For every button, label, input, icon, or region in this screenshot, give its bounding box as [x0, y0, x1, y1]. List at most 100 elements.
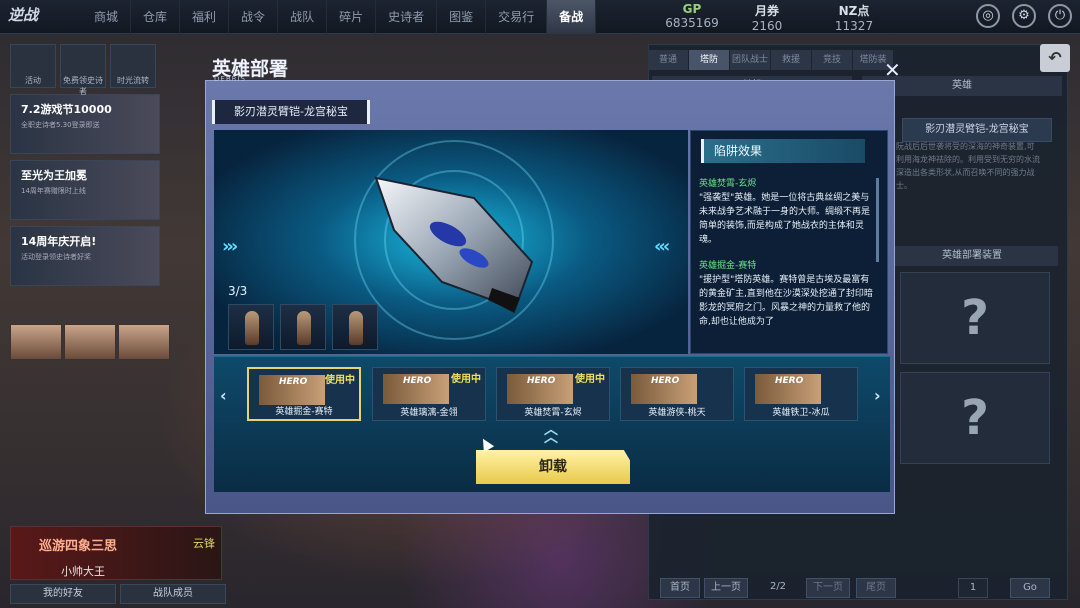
nav-welfare[interactable]: 福利 — [180, 0, 230, 34]
page-input[interactable]: 1 — [958, 578, 988, 598]
event-card[interactable]: 14周年庆开启! 活动登录领史诗者好奖 — [10, 226, 160, 286]
quick-free-epic[interactable]: 免费领史诗者 — [60, 44, 106, 96]
event-card-sub: 活动登录领史诗者好奖 — [21, 253, 91, 261]
avatar[interactable] — [10, 324, 62, 360]
right-item-name: 影刃潜灵臂铠-龙宫秘宝 — [902, 118, 1052, 142]
target-icon[interactable]: ◎ — [976, 4, 1000, 28]
empty-slot[interactable]: ? — [900, 372, 1050, 464]
last-page-button[interactable]: 尾页 — [856, 578, 896, 598]
friends-button[interactable]: 我的好友 — [10, 584, 116, 604]
go-button[interactable]: Go — [1010, 578, 1050, 598]
hero-name: 英雄焚霄-玄烬 — [524, 408, 582, 418]
hero-card[interactable]: HERO 英雄游侠-桃天 — [620, 367, 734, 421]
currency-ticket-label: 月券 — [754, 4, 779, 18]
event-card[interactable]: 至光为王加冕 14周年赛赠限时上线 — [10, 160, 160, 220]
tab-rescue[interactable]: 救援 — [771, 50, 811, 70]
mode-tabs: 普通 塔防 团队战士 救援 竞技 塔防装 — [648, 50, 894, 70]
nav-prepare[interactable]: 备战 — [547, 0, 597, 34]
arm-guard-icon — [374, 176, 534, 314]
hero-card[interactable]: HERO 英雄铁卫-冰瓜 — [744, 367, 858, 421]
effect-text: 英雄焚霄-玄烬 "强袭型"英雄。她是一位将古典丝绸之美与未来战争艺术融于一身的大… — [699, 177, 877, 329]
nav-shop[interactable]: 商城 — [82, 0, 132, 34]
effect-header: 陷阱效果 — [701, 139, 865, 163]
hero-card[interactable]: HERO 使用中 英雄焚霄-玄烬 — [496, 367, 610, 421]
currency-ticket: 月券 2160 — [742, 2, 792, 33]
power-icon[interactable]: ⏻ — [1048, 4, 1072, 28]
nav-battle-pass[interactable]: 战令 — [229, 0, 279, 34]
currency-nz-value: 11327 — [834, 19, 874, 33]
hero-name: 英雄掘金-赛特 — [275, 407, 333, 417]
hero-badge: HERO — [403, 376, 432, 386]
main-nav: 商城 仓库 福利 战令 战队 碎片 史诗者 图鉴 交易行 备战 — [82, 0, 597, 34]
tab-arena[interactable]: 竞技 — [812, 50, 852, 70]
hero-figure[interactable] — [332, 304, 378, 350]
currency-nz: NZ点 11327 — [826, 2, 882, 33]
prev-page-button[interactable]: 上一页 — [704, 578, 748, 598]
event-card-title: 7.2游戏节10000 — [21, 103, 112, 116]
character-avatars — [10, 324, 170, 360]
nav-trade[interactable]: 交易行 — [486, 0, 548, 34]
in-use-badge: 使用中 — [575, 374, 605, 385]
team-members-button[interactable]: 战队成员 — [120, 584, 226, 604]
game-logo: 逆战 — [8, 6, 39, 24]
arrow-right-icon: ››› — [222, 236, 238, 257]
modal-subtitle: DEBRIS — [214, 75, 246, 83]
currency-gp-value: 6835169 — [665, 16, 719, 30]
tab-team-warrior[interactable]: 团队战士 — [730, 50, 770, 70]
quick-time-flow[interactable]: 时光流转 — [110, 44, 156, 88]
hero-badge: HERO — [279, 377, 308, 387]
slot-title: 英雄部署装置 — [886, 246, 1058, 266]
gear-icon[interactable]: ⚙ — [1012, 4, 1036, 28]
hero-badge: HERO — [651, 376, 680, 386]
chevron-left-icon[interactable]: ‹ — [220, 386, 227, 405]
social-buttons: 我的好友 战队成员 — [10, 584, 226, 604]
effect-hero-name: 英雄掘金-赛特 — [699, 261, 757, 271]
hero-name: 英雄铁卫-冰瓜 — [772, 408, 830, 418]
nav-warehouse[interactable]: 仓库 — [131, 0, 181, 34]
hero-figure[interactable] — [280, 304, 326, 350]
hero-badge: HERO — [775, 376, 804, 386]
effect-hero-desc: "援护型"塔防英雄。赛特曾是古埃及最富有的黄金矿主,直到他在沙漠深处挖通了封印暗… — [699, 275, 873, 327]
currency-nz-label: NZ点 — [838, 4, 870, 18]
hero-badge: HERO — [527, 376, 556, 386]
effect-hero-desc: "强袭型"英雄。她是一位将古典丝绸之美与未来战争艺术融于一身的大师。绸缎不再是简… — [699, 193, 871, 245]
event-card-sub: 14周年赛赠限时上线 — [21, 187, 86, 195]
trap-effect-panel: 陷阱效果 英雄焚霄-玄烬 "强袭型"英雄。她是一位将古典丝绸之美与未来战争艺术融… — [690, 130, 888, 354]
back-icon[interactable]: ↶ — [1040, 44, 1070, 72]
currency-ticket-value: 2160 — [751, 19, 783, 33]
hero-card[interactable]: HERO 使用中 英雄璃漓-金翎 — [372, 367, 486, 421]
empty-slot[interactable]: ? — [900, 272, 1050, 364]
left-panel: 活动 免费领史诗者 时光流转 7.2游戏节10000 全职史诗者5.30登录即送… — [10, 44, 162, 286]
nav-team[interactable]: 战队 — [278, 0, 328, 34]
hero-count: 3/3 — [228, 284, 248, 298]
nav-codex[interactable]: 图鉴 — [437, 0, 487, 34]
item-title: 影刃潜灵臂铠-龙宫秘宝 — [212, 100, 370, 124]
event-card-sub: 全职史诗者5.30登录即送 — [21, 121, 100, 129]
in-use-badge: 使用中 — [325, 375, 355, 386]
unload-button[interactable]: 卸载 — [476, 450, 630, 484]
first-page-button[interactable]: 首页 — [660, 578, 700, 598]
player-name: 小帅大王 — [61, 565, 105, 578]
quick-activity[interactable]: 活动 — [10, 44, 56, 88]
promo-banner[interactable]: 巡游四象三思 小帅大王 云锋 — [10, 526, 222, 580]
avatar[interactable] — [118, 324, 170, 360]
event-card-title: 至光为王加冕 — [21, 169, 87, 182]
top-bar: 逆战 商城 仓库 福利 战令 战队 碎片 史诗者 图鉴 交易行 备战 GP 68… — [0, 0, 1080, 34]
nav-fragments[interactable]: 碎片 — [327, 0, 377, 34]
currency-gp-label: GP — [682, 2, 702, 16]
chevron-right-icon[interactable]: › — [874, 386, 881, 405]
event-card-title: 14周年庆开启! — [21, 235, 97, 248]
hero-card[interactable]: HERO 使用中 英雄掘金-赛特 — [247, 367, 361, 421]
avatar[interactable] — [64, 324, 116, 360]
promo-tag: 云锋 — [193, 537, 215, 550]
effect-scrollbar[interactable] — [876, 178, 879, 262]
close-icon[interactable]: ✕ — [884, 58, 901, 82]
tab-normal[interactable]: 普通 — [648, 50, 688, 70]
promo-title: 巡游四象三思 — [39, 539, 118, 554]
nav-epic[interactable]: 史诗者 — [376, 0, 438, 34]
tab-tower-defense[interactable]: 塔防 — [689, 50, 729, 70]
hero-figure[interactable] — [228, 304, 274, 350]
event-card[interactable]: 7.2游戏节10000 全职史诗者5.30登录即送 — [10, 94, 160, 154]
currency-gp: GP 6835169 — [660, 2, 724, 32]
next-page-button[interactable]: 下一页 — [806, 578, 850, 598]
